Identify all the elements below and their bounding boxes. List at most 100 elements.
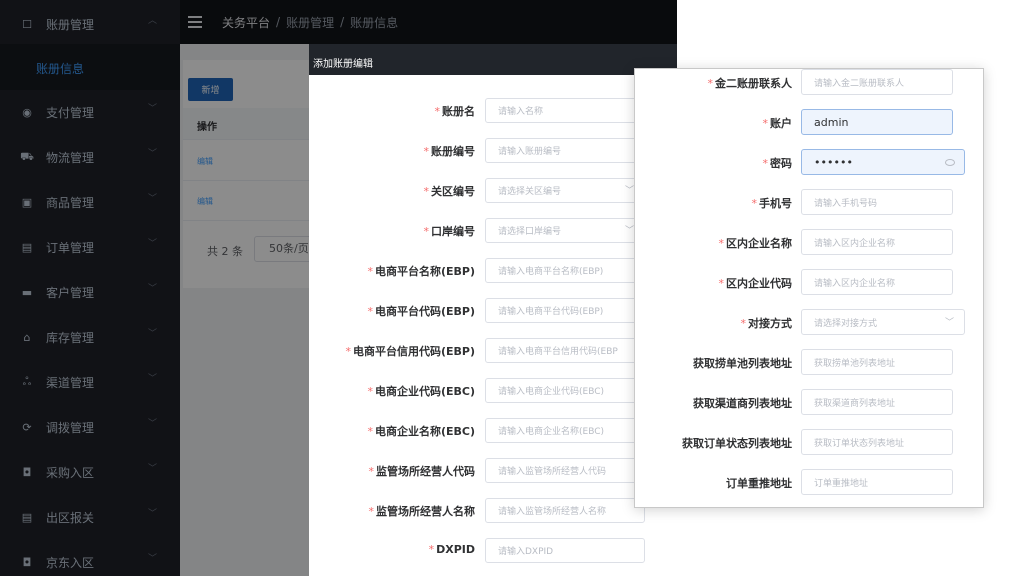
select-field[interactable]: 请选择对接方式 ﹀: [801, 309, 965, 335]
text-input[interactable]: 订单重推地址: [801, 469, 953, 495]
field-label-text: 电商企业代码(EBC): [374, 385, 475, 398]
text-input[interactable]: 请输入电商平台名称(EBP): [485, 258, 645, 283]
required-mark: *: [751, 197, 758, 210]
field-label: * 监管场所经营人代码: [369, 463, 476, 479]
field-label: 订单重推地址: [632, 475, 792, 491]
required-mark: *: [434, 105, 441, 118]
required-mark: *: [423, 225, 430, 238]
field-label: * 电商平台信用代码(EBP): [345, 343, 475, 359]
field-label-text: 账册名: [442, 105, 475, 118]
select-field[interactable]: 请选择关区编号 ﹀: [485, 178, 645, 203]
field-label-text: 金二账册联系人: [715, 77, 792, 90]
input-placeholder: 请输入电商平台名称(EBP): [498, 267, 604, 277]
input-placeholder: 获取订单状态列表地址: [814, 438, 905, 449]
field-label-text: 监管场所经营人代码: [376, 465, 475, 478]
input-value: ••••••: [814, 155, 853, 169]
field-label-text: 获取捞单池列表地址: [693, 357, 792, 370]
required-mark: *: [367, 385, 373, 398]
text-input[interactable]: 请输入手机号码: [801, 189, 953, 215]
password-field[interactable]: ••••••: [801, 149, 965, 175]
required-mark: *: [762, 157, 769, 170]
field-label: * 金二账册联系人: [632, 75, 793, 91]
field-label: * 密码: [632, 155, 793, 171]
input-placeholder: 请输入电商企业名称(EBC): [498, 427, 605, 437]
field-label: * 区内企业代码: [632, 275, 793, 291]
required-mark: *: [423, 145, 430, 158]
text-input[interactable]: 请输入监管场所经营人名称: [485, 498, 645, 523]
chevron-down-icon: ﹀: [624, 226, 634, 236]
field-label: * 账户: [632, 115, 793, 131]
input-placeholder: 请输入电商企业代码(EBC): [498, 387, 605, 397]
field-label-text: 电商平台名称(EBP): [374, 265, 475, 278]
field-label: * 账册名: [435, 103, 476, 119]
field-label: * 账册编号: [424, 143, 476, 159]
eye-icon[interactable]: [945, 159, 955, 166]
required-mark: *: [345, 345, 351, 358]
input-value: admin: [814, 115, 849, 129]
select-field[interactable]: 请选择口岸编号 ﹀: [485, 218, 645, 243]
text-input[interactable]: 获取渠道商列表地址: [801, 389, 953, 415]
input-placeholder: 请输入金二账册联系人: [814, 78, 905, 89]
field-label: * 对接方式: [632, 315, 793, 331]
required-mark: *: [718, 237, 725, 250]
text-input[interactable]: 获取捞单池列表地址: [801, 349, 953, 375]
field-label-text: 关区编号: [431, 185, 475, 198]
field-label: * 电商平台名称(EBP): [367, 263, 475, 279]
required-mark: *: [367, 265, 373, 278]
text-input[interactable]: 请输入名称: [485, 98, 645, 123]
required-mark: *: [423, 185, 430, 198]
field-label-text: 订单重推地址: [726, 477, 792, 490]
field-label: * 电商企业代码(EBC): [367, 383, 475, 399]
required-mark: *: [428, 543, 435, 556]
field-label: * 关区编号: [424, 183, 476, 199]
field-label-text: 口岸编号: [431, 225, 475, 238]
text-input[interactable]: 请输入金二账册联系人: [801, 69, 953, 95]
input-placeholder: 请输入监管场所经营人名称: [498, 507, 607, 517]
required-mark: *: [367, 305, 373, 318]
text-input[interactable]: 请输入电商企业名称(EBC): [485, 418, 645, 443]
input-placeholder: 请输入电商平台代码(EBP): [498, 307, 604, 317]
field-label-text: 密码: [770, 157, 792, 170]
text-input[interactable]: 请输入监管场所经营人代码: [485, 458, 645, 483]
field-label-text: 获取订单状态列表地址: [682, 437, 792, 450]
input-placeholder: 获取捞单池列表地址: [814, 358, 896, 369]
field-label: * 监管场所经营人名称: [369, 503, 476, 519]
field-label-text: 电商企业名称(EBC): [374, 425, 475, 438]
field-label: * 口岸编号: [424, 223, 476, 239]
field-label: * 电商企业名称(EBC): [367, 423, 475, 439]
chevron-down-icon: ﹀: [624, 186, 634, 196]
field-label-text: 监管场所经营人名称: [376, 505, 475, 518]
field-label-text: DXPID: [436, 543, 475, 556]
field-label: * 区内企业名称: [632, 235, 793, 251]
required-mark: *: [368, 505, 375, 518]
field-label-text: 手机号: [759, 197, 792, 210]
text-input[interactable]: 请输入区内企业名称: [801, 269, 953, 295]
required-mark: *: [718, 277, 725, 290]
field-label-text: 账册编号: [431, 145, 475, 158]
input-placeholder: 请输入名称: [498, 107, 544, 117]
input-placeholder: 请选择对接方式: [814, 318, 878, 329]
field-label-text: 电商平台代码(EBP): [374, 305, 475, 318]
text-input[interactable]: 请输入账册编号: [485, 138, 645, 163]
field-label-text: 电商平台信用代码(EBP): [352, 345, 475, 358]
required-mark: *: [740, 317, 747, 330]
text-input[interactable]: 请输入电商平台信用代码(EBP: [485, 338, 645, 363]
required-mark: *: [707, 77, 714, 90]
input-placeholder: 请输入手机号码: [814, 198, 878, 209]
input-placeholder: 请输入电商平台信用代码(EBP: [498, 347, 618, 357]
field-label: * DXPID: [429, 543, 475, 556]
required-mark: *: [367, 425, 373, 438]
account-field[interactable]: admin: [801, 109, 953, 135]
text-input[interactable]: 请输入电商企业代码(EBC): [485, 378, 645, 403]
input-placeholder: 请输入区内企业名称: [814, 238, 896, 249]
text-input[interactable]: 请输入区内企业名称: [801, 229, 953, 255]
field-label-text: 账户: [770, 117, 792, 130]
text-input[interactable]: 获取订单状态列表地址: [801, 429, 953, 455]
field-label: * 手机号: [632, 195, 793, 211]
required-mark: *: [368, 465, 375, 478]
field-label: 获取订单状态列表地址: [632, 435, 792, 451]
field-label-text: 获取渠道商列表地址: [693, 397, 792, 410]
input-placeholder: 请输入区内企业名称: [814, 278, 896, 289]
text-input[interactable]: 请输入电商平台代码(EBP): [485, 298, 645, 323]
text-input[interactable]: 请输入DXPID: [485, 538, 645, 563]
